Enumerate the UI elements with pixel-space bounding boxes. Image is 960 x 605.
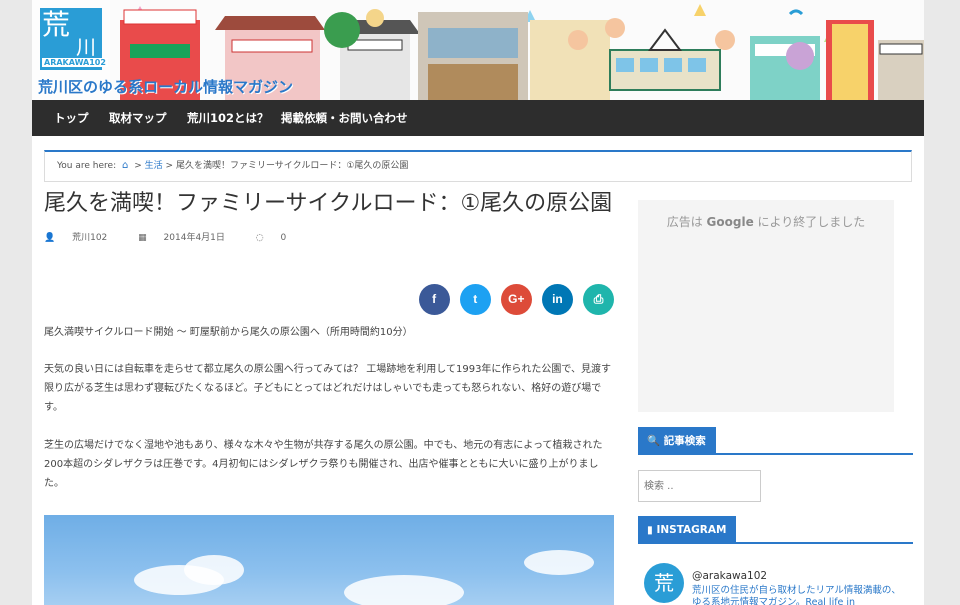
linkedin-icon: in [552,292,563,306]
share-buttons: f t G+ in ⎙ [414,284,614,316]
avatar[interactable]: 荒 [644,563,684,603]
breadcrumb-separator: > [165,161,174,171]
user-icon: 👤 [44,233,56,243]
breadcrumb-separator: > [134,161,142,171]
google-logo: Google [706,215,754,229]
post-date: ▦ 2014年4月1日 [138,233,239,243]
post-image [44,515,614,605]
post-date-text: 2014年4月1日 [163,233,225,243]
main-nav: トップ 取材マップ 荒川102とは？ 掲載依頼・お問い合わせ [32,100,924,136]
post-comments-count: 0 [280,233,287,243]
nav-item-top[interactable]: トップ [54,100,89,136]
nav-item-contact[interactable]: 掲載依頼・お問い合わせ [281,100,408,136]
breadcrumb-current: 尾久を満喫！ファミリーサイクルロード：①尾久の原公園 [175,161,409,171]
post-paragraph: 尾久満喫サイクルロード開始 〜 町屋駅前から尾久の原公園へ（所用時間約10分） [44,327,413,338]
breadcrumb-prefix: You are here: [57,161,117,171]
post-meta: 👤 荒川102 ▦ 2014年4月1日 ◌ 0 [44,230,614,244]
calendar-icon: ▦ [138,233,147,243]
cloud-shape [344,575,464,605]
site-header: 荒 川 ARAKAWA102 荒川区のゆる系ローカル情報マガジン [32,0,924,100]
site-logo[interactable]: 荒 川 ARAKAWA102 [40,8,108,70]
facebook-share-button[interactable]: f [418,284,450,315]
home-icon[interactable]: ⌂ [122,160,128,171]
search-widget-title-text: 記事検索 [663,435,706,447]
search-icon: 🔍 [647,435,661,447]
bookmark-icon: ▮ [647,524,653,536]
site-container: 荒 川 ARAKAWA102 荒川区のゆる系ローカル情報マガジン トップ 取材マ… [32,0,924,605]
post-paragraph: 天気の良い日には自転車を走らせて都立尾久の原公園へ行ってみては？ 工場跡地を利用… [44,364,612,413]
logo-kanji-2: 川 [76,35,96,59]
twitter-share-button[interactable]: t [459,284,491,315]
search-widget-header: 🔍 記事検索 [638,427,913,455]
breadcrumb: You are here: ⌂ > 生活 > 尾久を満喫！ファミリーサイクルロー… [44,150,912,182]
instagram-widget-title: ▮ INSTAGRAM [638,516,737,544]
print-icon: ⎙ [593,292,604,306]
post-comments[interactable]: ◌ 0 [256,233,300,243]
search-input[interactable] [638,470,761,502]
ad-placeholder: 広告は Google により終了しました [638,200,894,412]
logo-kanji: 荒 [42,8,71,41]
cloud-shape [184,555,244,585]
post-paragraph: 芝生の広場だけでなく湿地や池もあり、様々な木々や生物が共存する尾久の原公園。中で… [44,440,603,489]
ad-text-before: 広告は [666,215,703,229]
ad-text-after: により終了しました [757,215,866,229]
post-title: 尾久を満喫！ファミリーサイクルロード：①尾久の原公園 [44,191,613,216]
post-content: 尾久を満喫！ファミリーサイクルロード：①尾久の原公園 👤 荒川102 ▦ 201… [44,190,614,605]
breadcrumb-category-link[interactable]: 生活 [145,161,163,171]
instagram-widget-title-text: INSTAGRAM [656,524,727,536]
post-author-name: 荒川102 [72,233,108,243]
nav-item-about[interactable]: 荒川102とは？ [187,100,269,136]
site-description: 荒川区のゆる系ローカル情報マガジン [38,78,294,96]
cloud-shape [524,550,594,575]
post-author[interactable]: 👤 荒川102 [44,233,121,243]
instagram-username[interactable]: @arakawa102 [692,570,767,582]
google-plus-share-button[interactable]: G+ [500,284,532,315]
logo-subtitle: ARAKAWA102 [42,58,108,67]
instagram-bio: 荒川区の住民が自ら取材したリアル情報満載の、ゆる系地元情報マガジン。Real l… [692,585,901,605]
nav-item-map[interactable]: 取材マップ [109,100,167,136]
print-button[interactable]: ⎙ [583,284,614,315]
linkedin-share-button[interactable]: in [541,284,573,315]
twitter-icon: t [473,292,478,306]
facebook-icon: f [432,292,437,306]
google-plus-icon: G+ [508,292,525,306]
comment-icon: ◌ [255,233,264,243]
search-widget-title: 🔍 記事検索 [638,427,716,455]
instagram-widget-header: ▮ INSTAGRAM [638,516,913,544]
